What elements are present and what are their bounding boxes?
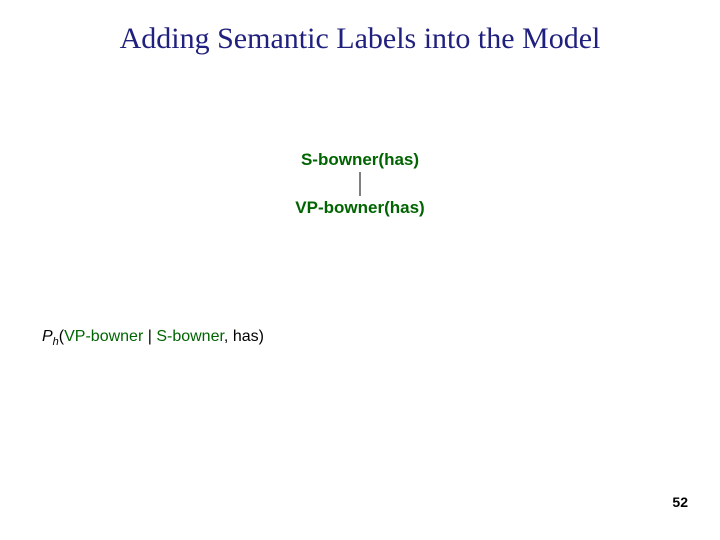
formula-close: ) bbox=[259, 328, 264, 345]
probability-formula: Ph(VP-bowner | S-bowner, has) bbox=[42, 328, 264, 346]
formula-P: P bbox=[42, 328, 53, 345]
slide: Adding Semantic Labels into the Model S-… bbox=[0, 0, 720, 540]
formula-arg-s: S-bowner bbox=[156, 328, 224, 345]
formula-arg-head: has bbox=[233, 328, 259, 345]
formula-sep-bar: | bbox=[143, 328, 156, 345]
tree-child-node: VP-bowner(has) bbox=[0, 198, 720, 218]
formula-arg-vp: VP-bowner bbox=[64, 328, 143, 345]
page-title: Adding Semantic Labels into the Model bbox=[0, 22, 720, 56]
parse-tree: S-bowner(has) VP-bowner(has) bbox=[0, 150, 720, 219]
formula-sep-comma: , bbox=[224, 328, 233, 345]
tree-root-node: S-bowner(has) bbox=[0, 150, 720, 170]
page-number: 52 bbox=[672, 494, 688, 510]
tree-edge bbox=[359, 172, 361, 196]
